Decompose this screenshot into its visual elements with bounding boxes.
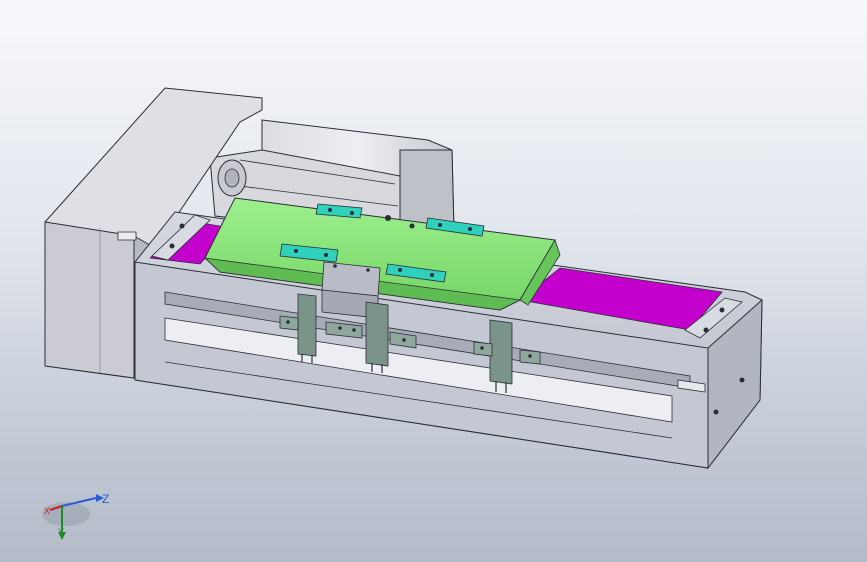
axis-x-label: X <box>44 506 51 516</box>
orientation-triad[interactable]: Z X Y <box>40 484 116 544</box>
cad-viewport[interactable]: Z X Y <box>0 0 867 562</box>
axis-z-label: Z <box>102 492 110 506</box>
actuator-model[interactable] <box>0 0 867 562</box>
axis-y-label: Y <box>58 527 65 537</box>
